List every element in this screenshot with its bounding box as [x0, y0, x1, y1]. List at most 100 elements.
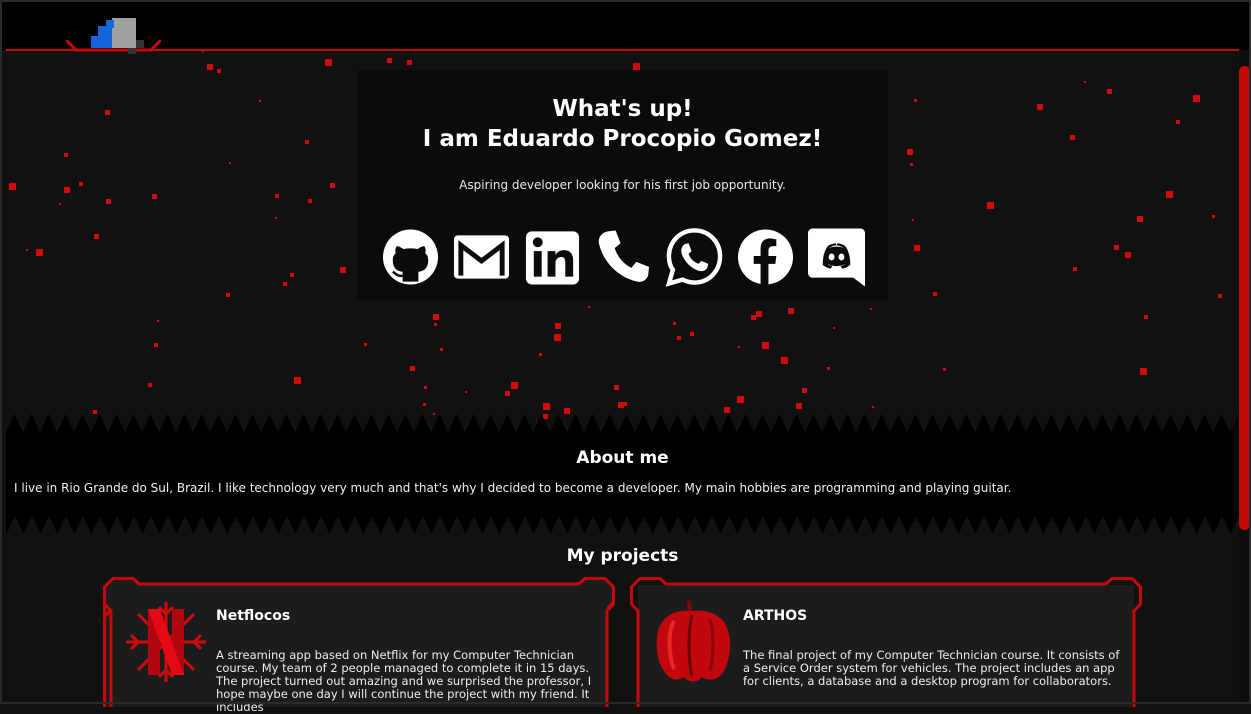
particle — [157, 320, 159, 322]
discord-link[interactable] — [807, 226, 866, 288]
particle — [207, 64, 213, 70]
particle — [1176, 120, 1180, 124]
particle — [555, 323, 561, 329]
particle — [1037, 104, 1043, 110]
particle — [543, 403, 550, 410]
particle — [294, 377, 301, 384]
particle — [226, 293, 230, 297]
particle — [440, 348, 443, 351]
particle — [434, 323, 437, 326]
particle — [738, 346, 740, 348]
particle — [910, 163, 913, 166]
particle — [614, 385, 619, 390]
github-link[interactable] — [381, 226, 440, 288]
particle — [1166, 191, 1173, 198]
particle — [943, 368, 946, 371]
linkedin-link[interactable] — [523, 226, 582, 288]
particle — [64, 153, 68, 157]
particle — [833, 327, 835, 329]
particle — [148, 383, 152, 387]
particle — [588, 306, 590, 308]
particle — [724, 407, 730, 413]
project-card[interactable]: Netflocos A streaming app based on Netfl… — [103, 577, 615, 714]
particle — [554, 334, 561, 341]
particle — [36, 249, 43, 256]
particle — [1107, 89, 1112, 94]
project-description: The final project of my Computer Technic… — [743, 648, 1120, 688]
github-icon — [382, 229, 439, 285]
particle — [827, 367, 830, 370]
particle — [283, 282, 287, 286]
particle — [259, 100, 261, 102]
facebook-icon — [737, 229, 794, 285]
particle — [756, 311, 762, 317]
particle — [1114, 245, 1119, 250]
particle — [1140, 368, 1147, 375]
particle — [94, 234, 99, 239]
particle — [1125, 252, 1131, 258]
particle — [1084, 81, 1086, 83]
particle — [387, 58, 392, 63]
facebook-link[interactable] — [736, 226, 795, 288]
project-card[interactable]: ARTHOS The final project of my Computer … — [630, 577, 1142, 707]
particle — [781, 357, 788, 364]
particle — [1212, 215, 1215, 218]
hero-heading: What's up! I am Eduardo Procopio Gomez! — [357, 94, 888, 154]
project-description: A streaming app based on Netflix for my … — [216, 648, 592, 714]
about-title: About me — [576, 448, 669, 468]
projects-title: My projects — [566, 546, 679, 566]
particle — [26, 249, 28, 251]
particle — [690, 332, 694, 336]
particle — [1144, 315, 1148, 319]
particle — [106, 199, 111, 204]
particle — [737, 396, 744, 403]
about-section: About me I live in Rio Grande do Sul, Br… — [6, 414, 1239, 534]
particle — [762, 342, 769, 349]
particle — [229, 162, 231, 164]
particle — [618, 402, 624, 408]
particle — [907, 149, 913, 155]
particle — [1070, 135, 1075, 140]
particle — [912, 219, 914, 221]
particle — [505, 391, 510, 396]
particle — [305, 140, 309, 144]
particle — [1218, 294, 1222, 298]
particle — [79, 182, 83, 186]
particle — [105, 110, 110, 115]
scrollbar-thumb[interactable] — [1239, 66, 1250, 530]
phone-icon — [598, 230, 650, 282]
hero-name: I am Eduardo Procopio Gomez! — [422, 126, 823, 152]
particle — [465, 391, 467, 393]
particle — [673, 322, 676, 325]
about-text: I live in Rio Grande do Sul, Brazil. I l… — [14, 481, 1012, 495]
particle — [987, 202, 994, 209]
discord-icon — [807, 228, 866, 287]
particle — [914, 99, 917, 102]
netflocos-logo-icon — [126, 602, 206, 682]
linkedin-icon — [525, 231, 580, 285]
particle — [1193, 95, 1200, 102]
particle — [751, 315, 756, 320]
top-header — [0, 0, 1251, 50]
particle — [511, 382, 518, 389]
particle — [1073, 267, 1077, 271]
zigzag-band — [6, 414, 1239, 534]
email-link[interactable] — [452, 226, 511, 288]
project-name: Netflocos — [216, 608, 291, 624]
particle — [914, 245, 920, 251]
hero-panel: What's up! I am Eduardo Procopio Gomez! … — [357, 70, 888, 300]
particle — [152, 194, 157, 199]
phone-link[interactable] — [594, 226, 653, 288]
arthos-pepper-logo-icon — [656, 600, 731, 682]
site-logo-icon[interactable] — [88, 16, 148, 56]
particle — [796, 403, 802, 409]
page-scrollbar[interactable] — [1239, 50, 1251, 704]
particle — [802, 388, 807, 393]
particle — [275, 194, 279, 198]
particle — [275, 217, 277, 219]
particle — [407, 60, 412, 65]
about-zigzag-background — [6, 414, 1239, 534]
particle — [539, 353, 542, 356]
hero-tagline: Aspiring developer looking for his first… — [459, 178, 786, 192]
whatsapp-link[interactable] — [665, 226, 724, 288]
